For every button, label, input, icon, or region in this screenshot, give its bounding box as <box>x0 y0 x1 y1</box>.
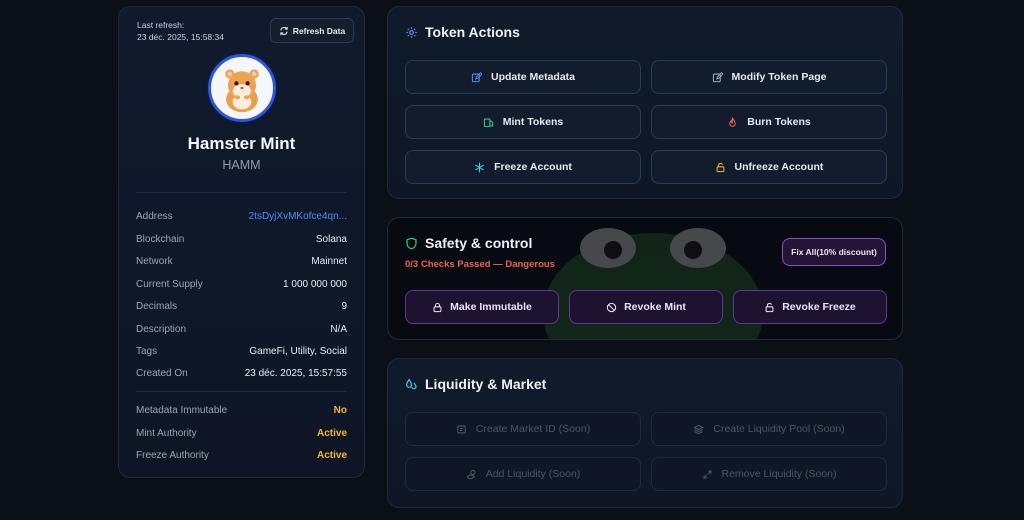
last-refresh: Last refresh: 23 déc. 2025, 15:58:34 <box>137 19 224 43</box>
refresh-data-button[interactable]: Refresh Data <box>270 18 354 43</box>
droplets-icon <box>406 378 417 389</box>
hamster-logo-icon <box>225 69 259 113</box>
update-metadata-button[interactable]: Update Metadata <box>405 60 641 94</box>
unlock-icon <box>716 162 724 172</box>
update-metadata-label: Update Metadata <box>490 71 575 83</box>
detail-row-description: Description N/A <box>136 320 347 338</box>
modify-token-page-button[interactable]: Modify Token Page <box>651 60 887 94</box>
revoke-mint-button[interactable]: Revoke Mint <box>569 290 723 324</box>
authority-key: Freeze Authority <box>136 449 209 461</box>
mint-icon <box>483 118 493 127</box>
authority-key: Mint Authority <box>136 427 197 439</box>
snowflake-icon <box>475 162 484 172</box>
edit-icon <box>712 71 723 82</box>
hand-coins-icon <box>466 469 476 479</box>
authority-row-mint: Mint Authority Active <box>136 424 347 442</box>
last-refresh-timestamp: 23 déc. 2025, 15:58:34 <box>137 32 224 42</box>
detail-row-created: Created On 23 déc. 2025, 15:57:55 <box>136 364 347 382</box>
liquidity-title-text: Liquidity & Market <box>425 376 547 392</box>
token-actions-title-text: Token Actions <box>425 24 520 40</box>
last-refresh-label: Last refresh: <box>137 20 185 30</box>
remove-liquidity-button[interactable]: Remove Liquidity (Soon) <box>651 457 887 491</box>
detail-key: Description <box>136 323 187 335</box>
detail-value: Solana <box>315 233 347 245</box>
liquidity-market-panel: Liquidity & Market Create Market ID (Soo… <box>387 358 903 508</box>
detail-value: 1 000 000 000 <box>283 278 347 290</box>
detail-row-network: Network Mainnet <box>136 252 347 270</box>
detail-value: 9 <box>341 300 347 312</box>
lock-icon <box>433 302 442 312</box>
shield-icon <box>406 237 417 249</box>
authority-row-metadata: Metadata Immutable No <box>136 401 347 419</box>
authority-status: Active <box>316 427 347 439</box>
detail-row-decimals: Decimals 9 <box>136 297 347 315</box>
make-immutable-button[interactable]: Make Immutable <box>405 290 559 324</box>
burn-tokens-button[interactable]: Burn Tokens <box>651 105 887 139</box>
token-actions-panel: Token Actions Update Metadata Modify Tok… <box>387 6 903 199</box>
layers-icon <box>693 424 705 434</box>
detail-key: Current Supply <box>136 278 203 290</box>
detail-value: 23 déc. 2025, 15:57:55 <box>244 367 347 379</box>
detail-key: Decimals <box>136 300 178 312</box>
mint-tokens-label: Mint Tokens <box>502 116 564 128</box>
token-symbol: HAMM <box>222 158 261 172</box>
fix-all-button[interactable]: Fix All(10% discount) <box>782 238 886 266</box>
modify-token-page-label: Modify Token Page <box>731 71 827 83</box>
token-name: Hamster Mint <box>187 134 296 153</box>
create-market-id-label: Create Market ID (Soon) <box>475 423 591 435</box>
revoke-freeze-label: Revoke Freeze <box>782 301 856 313</box>
refresh-icon <box>280 26 288 35</box>
token-avatar <box>208 54 276 122</box>
burn-tokens-label: Burn Tokens <box>747 116 811 128</box>
liquidity-title: Liquidity & Market <box>405 376 546 392</box>
address-link[interactable]: 2tsDyjXvMKofce4qn... <box>249 211 347 222</box>
revoke-freeze-button[interactable]: Revoke Freeze <box>733 290 887 324</box>
ban-icon <box>606 302 617 312</box>
create-liquidity-pool-label: Create Liquidity Pool (Soon) <box>713 423 845 435</box>
authority-status: No <box>333 404 347 416</box>
refresh-data-label: Refresh Data <box>292 25 346 36</box>
detail-key: Blockchain <box>136 233 185 245</box>
exchange-icon <box>703 470 711 478</box>
authority-row-freeze: Freeze Authority Active <box>136 446 347 464</box>
detail-row-address: Address 2tsDyjXvMKofce4qn... <box>136 207 347 225</box>
authority-key: Metadata Immutable <box>136 404 228 416</box>
mint-tokens-button[interactable]: Mint Tokens <box>405 105 641 139</box>
detail-row-tags: Tags GameFi, Utility, Social <box>136 342 347 360</box>
divider <box>136 192 347 193</box>
detail-row-supply: Current Supply 1 000 000 000 <box>136 275 347 293</box>
unfreeze-account-button[interactable]: Unfreeze Account <box>651 150 887 184</box>
remove-liquidity-label: Remove Liquidity (Soon) <box>721 468 837 480</box>
safety-title: Safety & control <box>405 235 532 251</box>
add-liquidity-label: Add Liquidity (Soon) <box>485 468 581 480</box>
create-liquidity-pool-button[interactable]: Create Liquidity Pool (Soon) <box>651 412 887 446</box>
flame-icon <box>729 116 737 127</box>
detail-value: Mainnet <box>311 255 347 267</box>
gear-icon <box>406 26 417 38</box>
unfreeze-account-label: Unfreeze Account <box>734 161 824 173</box>
make-immutable-label: Make Immutable <box>450 301 532 313</box>
detail-key: Tags <box>136 345 158 357</box>
checks-status: 0/3 Checks Passed — Dangerous <box>405 259 555 270</box>
safety-control-panel: Safety & control 0/3 Checks Passed — Dan… <box>387 217 903 340</box>
detail-key: Network <box>136 255 173 267</box>
detail-key: Address <box>136 210 173 222</box>
add-liquidity-button[interactable]: Add Liquidity (Soon) <box>405 457 641 491</box>
token-info-card: Last refresh: 23 déc. 2025, 15:58:34 Ref… <box>118 6 365 478</box>
authority-status: Active <box>316 449 347 461</box>
safety-title-text: Safety & control <box>425 235 533 251</box>
unlock-icon <box>765 302 774 312</box>
revoke-mint-label: Revoke Mint <box>624 301 686 313</box>
detail-row-blockchain: Blockchain Solana <box>136 230 347 248</box>
detail-value: GameFi, Utility, Social <box>249 345 347 357</box>
freeze-account-button[interactable]: Freeze Account <box>405 150 641 184</box>
edit-icon <box>471 71 482 82</box>
divider <box>136 391 347 392</box>
id-card-icon <box>457 425 466 433</box>
detail-key: Created On <box>136 367 188 379</box>
token-actions-title: Token Actions <box>405 24 520 40</box>
create-market-id-button[interactable]: Create Market ID (Soon) <box>405 412 641 446</box>
freeze-account-label: Freeze Account <box>494 161 572 173</box>
detail-value: N/A <box>330 323 347 335</box>
